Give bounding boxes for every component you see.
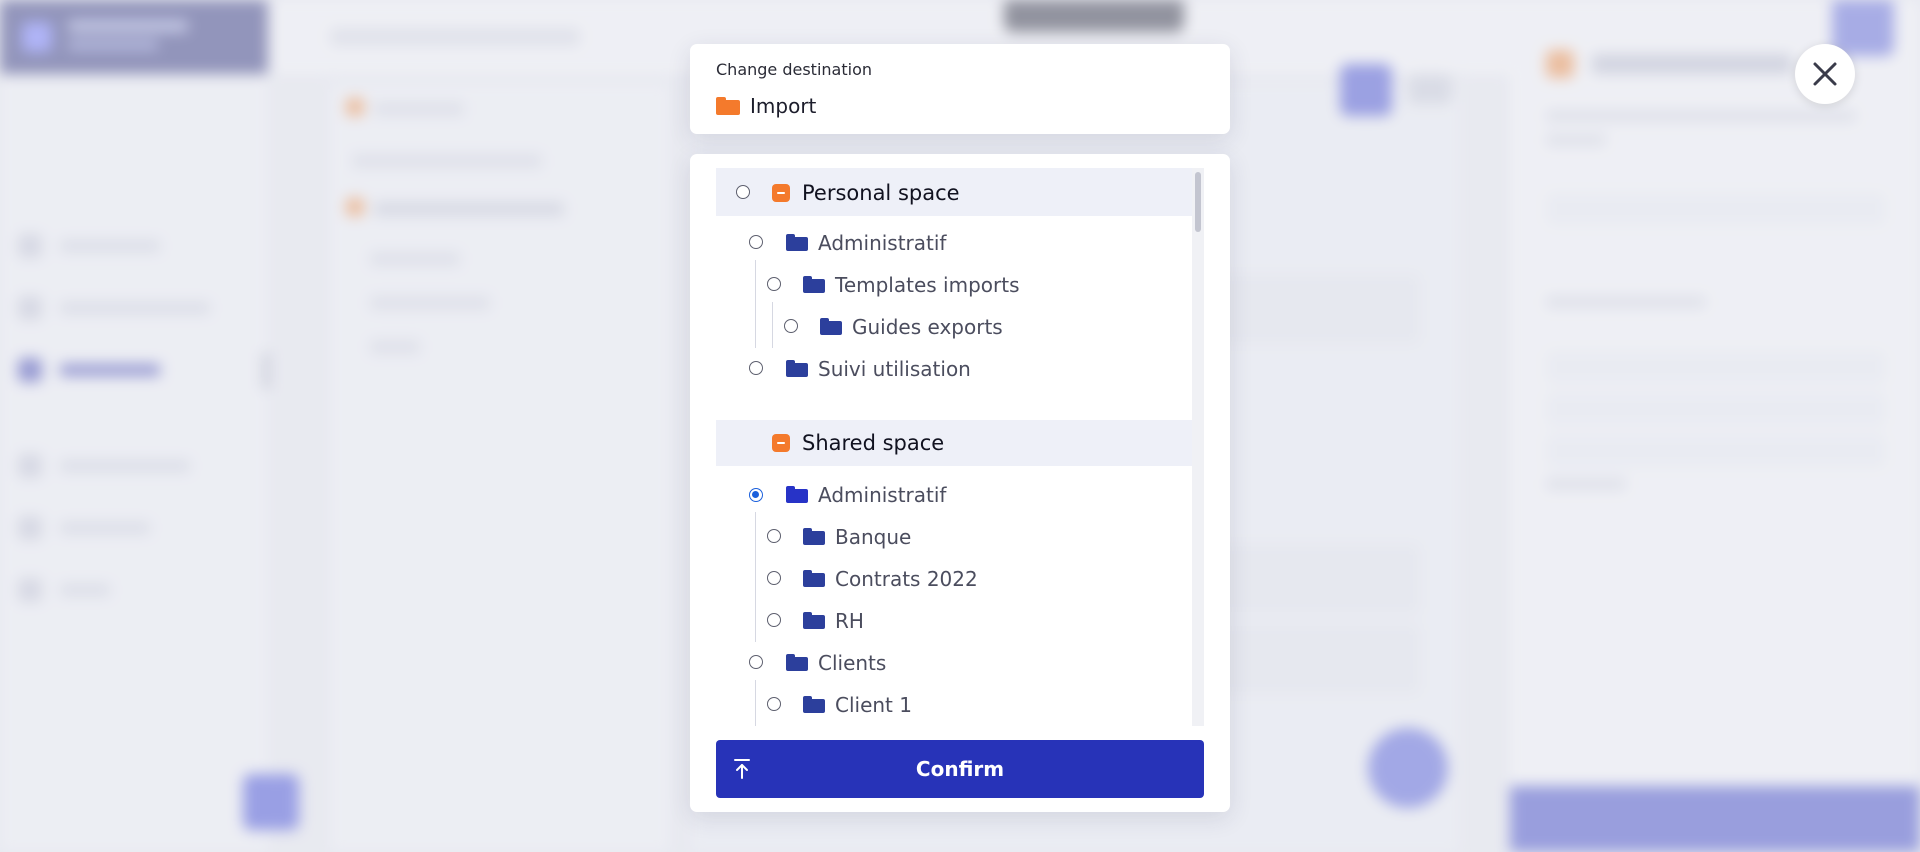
folder-tree-card: Personal space Administratif Templates i… [690,154,1230,812]
radio-guides-exports[interactable] [784,319,798,333]
tree-node-administratif[interactable]: Administratif [716,222,1192,264]
destination-folder-name: Import [750,94,817,118]
radio-personal-space[interactable] [736,185,750,199]
tree-guide-line [755,680,756,726]
radio-administratif[interactable] [749,235,763,249]
folder-icon [803,612,825,629]
tree-scrollbar[interactable] [1192,168,1204,726]
upload-icon [734,759,750,779]
tree-node-client-1[interactable]: Client 1 [716,680,1192,726]
folder-icon [716,97,740,115]
radio-suivi-utilisation[interactable] [749,361,763,375]
tree-node-banque[interactable]: Banque [716,512,1192,558]
scrollbar-thumb[interactable] [1195,172,1201,232]
section-personal-space: Personal space [716,168,1192,216]
tree-guide-line [755,596,756,642]
tree-node-templates-imports[interactable]: Templates imports [716,260,1192,306]
destination-card: Change destination Import [690,44,1230,134]
radio-contrats-2022[interactable] [767,571,781,585]
tree-node-administratif-shared[interactable]: Administratif [716,474,1192,516]
folder-icon [786,234,808,251]
tree-node-label: Banque [835,525,912,549]
section-label: Personal space [802,181,960,205]
radio-templates-imports[interactable] [767,277,781,291]
folder-icon [803,570,825,587]
tree-node-label: Clients [818,651,887,675]
tree-node-label: RH [835,609,864,633]
tree-node-label: Guides exports [852,315,1003,339]
tree-guide-line [755,260,756,306]
folder-icon [803,696,825,713]
radio-client-1[interactable] [767,697,781,711]
tree-node-label: Client 1 [835,693,912,717]
section-label: Shared space [802,431,945,455]
close-button[interactable] [1795,44,1855,104]
tree-node-label: Administratif [818,231,947,255]
folder-icon [820,318,842,335]
destination-value: Import [716,94,816,118]
folder-tree[interactable]: Personal space Administratif Templates i… [716,168,1192,726]
tree-node-label: Administratif [818,483,947,507]
tree-guide-line [755,554,756,600]
collapse-icon[interactable] [772,184,790,202]
section-shared-space: Shared space [716,420,1192,466]
folder-icon [803,528,825,545]
folder-icon [786,360,808,377]
folder-icon [786,654,808,671]
destination-label: Change destination [716,60,872,79]
radio-administratif-shared[interactable] [749,488,763,502]
close-icon [1813,62,1837,86]
tree-node-label: Contrats 2022 [835,567,978,591]
folder-icon [803,276,825,293]
tree-node-label: Suivi utilisation [818,357,971,381]
tree-guide-line [772,302,773,348]
tree-guide-line [755,512,756,558]
radio-clients[interactable] [749,655,763,669]
tree-guide-line [755,302,756,348]
confirm-label: Confirm [915,757,1005,781]
radio-rh[interactable] [767,613,781,627]
tree-node-label: Templates imports [835,273,1020,297]
radio-banque[interactable] [767,529,781,543]
folder-icon [786,486,808,503]
tree-node-guides-exports[interactable]: Guides exports [716,302,1192,348]
confirm-button[interactable]: Confirm [716,740,1204,798]
collapse-icon[interactable] [772,434,790,452]
tree-node-clients[interactable]: Clients [716,642,1192,684]
tree-node-contrats-2022[interactable]: Contrats 2022 [716,554,1192,600]
tree-node-suivi-utilisation[interactable]: Suivi utilisation [716,348,1192,390]
tree-node-rh[interactable]: RH [716,596,1192,642]
